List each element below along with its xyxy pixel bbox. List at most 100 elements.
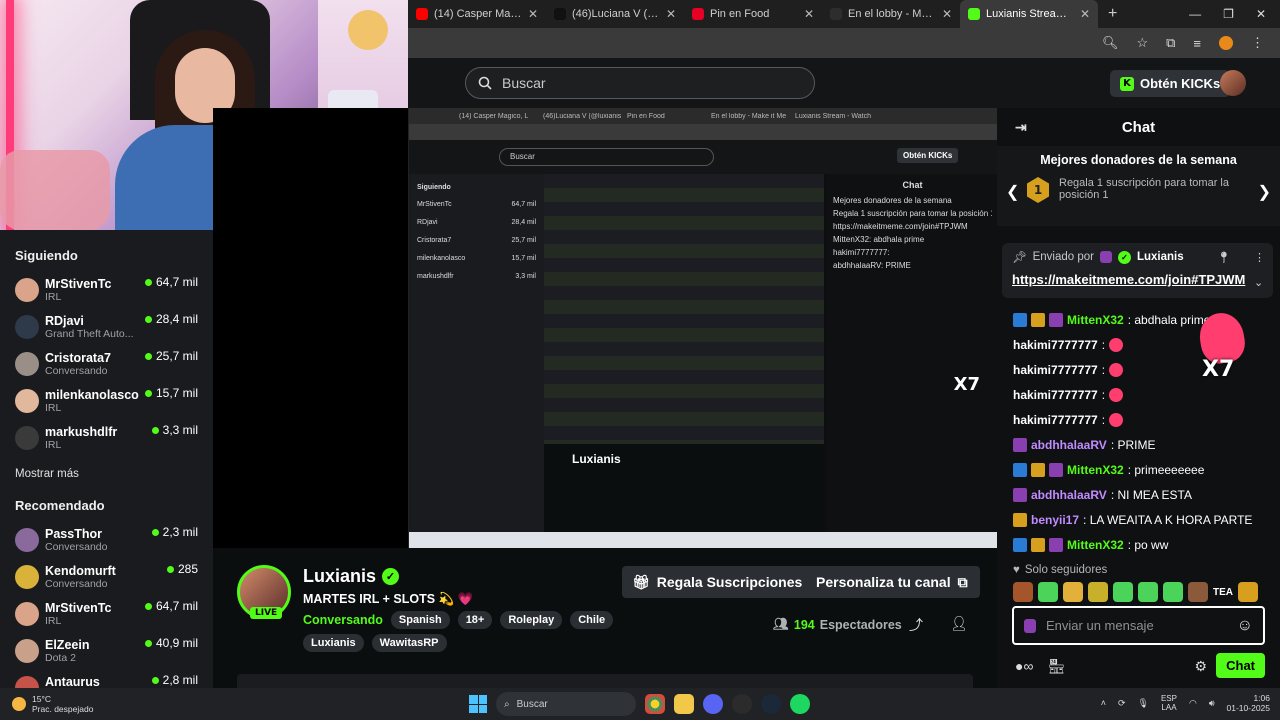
- chevron-down-icon[interactable]: ⌄: [1254, 276, 1263, 289]
- wifi-icon[interactable]: ◠: [1189, 698, 1197, 709]
- chrome-icon[interactable]: [645, 694, 665, 714]
- tag-pill[interactable]: Chile: [570, 611, 614, 629]
- emoji-icon[interactable]: ☺: [1237, 617, 1253, 635]
- chat-username[interactable]: hakimi7777777: [1013, 413, 1098, 427]
- menu-icon[interactable]: ⋮: [1251, 35, 1264, 51]
- chat-username[interactable]: MittenX32: [1067, 463, 1124, 477]
- browser-tab[interactable]: Pin en Food ✕: [684, 0, 822, 28]
- obs-icon[interactable]: [732, 694, 752, 714]
- sidebar-channel[interactable]: MrStivenTc IRL 64,7 mil: [15, 271, 198, 308]
- get-kicks-button[interactable]: K Obtén KICKs: [1110, 70, 1231, 97]
- tag-pill[interactable]: Roleplay: [500, 611, 563, 629]
- volume-icon[interactable]: 🔊︎: [1209, 698, 1215, 709]
- steam-icon[interactable]: [761, 694, 781, 714]
- chat-username[interactable]: hakimi7777777: [1013, 363, 1098, 377]
- search-input[interactable]: [502, 75, 782, 91]
- profile-icon[interactable]: [1219, 36, 1233, 50]
- extensions-icon[interactable]: ⧉: [1166, 35, 1175, 51]
- settings-gear-icon[interactable]: ⚙: [1194, 658, 1207, 675]
- file-explorer-icon[interactable]: [674, 694, 694, 714]
- tag-pill[interactable]: Luxianis: [303, 634, 364, 652]
- unpin-icon[interactable]: 📍︎: [1217, 251, 1231, 264]
- pinned-user[interactable]: Luxianis: [1137, 251, 1184, 263]
- browser-tab[interactable]: En el lobby - Make it Me ✕: [822, 0, 960, 28]
- show-more-link[interactable]: Mostrar más: [15, 468, 198, 480]
- spotify-icon[interactable]: [790, 694, 810, 714]
- medal-icon: 1: [1027, 177, 1049, 203]
- clock[interactable]: 1:06 01-10-2025: [1227, 693, 1270, 713]
- chat-username[interactable]: MittenX32: [1067, 313, 1124, 327]
- sidebar-channel[interactable]: Cristorata7 Conversando 25,7 mil: [15, 345, 198, 382]
- browser-tab[interactable]: (46)Luciana V (@luxianis ✕: [546, 0, 684, 28]
- chat-username[interactable]: benyii17: [1031, 513, 1079, 527]
- sidebar-channel[interactable]: markushdlfr IRL 3,3 mil: [15, 419, 198, 456]
- sidebar-channel[interactable]: MrStivenTc IRL 64,7 mil: [15, 595, 198, 632]
- live-dot-icon: [166, 565, 174, 573]
- emote-icon[interactable]: [1063, 582, 1083, 602]
- follow-icon[interactable]: 👤︎: [950, 615, 968, 632]
- close-icon[interactable]: ✕: [528, 7, 538, 21]
- kicks-points-icon[interactable]: ●∞: [1015, 658, 1033, 674]
- gift-subs-button[interactable]: 🎁︎ Regala Suscripciones: [622, 566, 813, 598]
- category-link[interactable]: Conversando: [303, 613, 383, 627]
- video-player[interactable]: (14) Casper Magico, L (46)Luciana V (@lux…: [213, 108, 997, 548]
- microphone-icon[interactable]: 🎙︎: [1138, 698, 1149, 709]
- chat-username[interactable]: abdhhalaaRV: [1031, 438, 1107, 452]
- browser-tab[interactable]: (14) Casper Magico, L ✕: [408, 0, 546, 28]
- sidebar-channel[interactable]: RDjavi Grand Theft Auto... 28,4 mil: [15, 308, 198, 345]
- store-icon[interactable]: 🏪︎: [1047, 658, 1065, 675]
- channel-name[interactable]: Luxianis ✓: [303, 566, 400, 587]
- chevron-left-icon[interactable]: ❮: [1006, 182, 1019, 202]
- close-icon[interactable]: ✕: [1080, 7, 1090, 21]
- send-chat-button[interactable]: Chat: [1216, 653, 1265, 678]
- pinned-link[interactable]: https://makeitmeme.com/join#TPJWM: [1012, 272, 1263, 287]
- close-icon[interactable]: ✕: [804, 7, 814, 21]
- sidebar-channel[interactable]: PassThor Conversando 2,3 mil: [15, 521, 198, 558]
- close-icon[interactable]: ✕: [942, 7, 952, 21]
- emote-icon[interactable]: [1163, 582, 1183, 602]
- user-badge-icon: [1049, 312, 1063, 327]
- sidebar-channel[interactable]: milenkanolasco IRL 15,7 mil: [15, 382, 198, 419]
- minimize-icon[interactable]: —: [1189, 7, 1201, 21]
- language-indicator[interactable]: ESP LAA: [1161, 694, 1177, 713]
- browser-tab[interactable]: Luxianis Stream - Watch ✕: [960, 0, 1098, 28]
- sidebar-channel[interactable]: Kendomurft Conversando 285: [15, 558, 198, 595]
- emote-icon[interactable]: [1138, 582, 1158, 602]
- chat-username[interactable]: hakimi7777777: [1013, 388, 1098, 402]
- discord-icon[interactable]: [703, 694, 723, 714]
- more-options-icon[interactable]: ⋮: [1254, 251, 1265, 264]
- emote-icon[interactable]: [1238, 582, 1258, 602]
- share-icon[interactable]: ⤴: [909, 615, 923, 635]
- chat-message-input[interactable]: [1046, 618, 1227, 633]
- bookmark-star-icon[interactable]: ☆: [1136, 35, 1148, 51]
- emote-text[interactable]: TEA: [1213, 582, 1233, 602]
- emote-icon[interactable]: [1038, 582, 1058, 602]
- sidebar-channel[interactable]: AntaurusSlots & Casino2,8 mil: [15, 669, 198, 688]
- emote-icon[interactable]: [1113, 582, 1133, 602]
- new-tab-icon[interactable]: +: [1108, 5, 1117, 23]
- tray-chevron-icon[interactable]: ˄: [1101, 698, 1106, 708]
- customize-channel-button[interactable]: Personaliza tu canal ⧉: [804, 566, 980, 598]
- media-icon[interactable]: ≡: [1193, 36, 1201, 51]
- collapse-chat-icon[interactable]: ⇥: [1015, 119, 1027, 136]
- chat-username[interactable]: hakimi7777777: [1013, 338, 1098, 352]
- tag-pill[interactable]: WawitasRP: [371, 634, 447, 652]
- tag-pill[interactable]: Spanish: [390, 611, 450, 629]
- restore-icon[interactable]: ❐: [1223, 7, 1234, 21]
- taskbar-search[interactable]: ⌕ Buscar: [496, 692, 636, 716]
- user-avatar[interactable]: [1220, 70, 1246, 96]
- chat-username[interactable]: abdhhalaaRV: [1031, 488, 1107, 502]
- zoom-icon[interactable]: 🔍︎: [1102, 35, 1119, 51]
- tag-pill[interactable]: 18+: [457, 611, 493, 629]
- close-icon[interactable]: ✕: [666, 7, 676, 21]
- emote-icon[interactable]: [1188, 582, 1208, 602]
- chevron-right-icon[interactable]: ❯: [1258, 182, 1271, 202]
- sync-icon[interactable]: ⟳: [1118, 698, 1126, 709]
- weather-widget[interactable]: 15°C Prac. despejado: [0, 694, 200, 714]
- start-windows-icon[interactable]: [469, 695, 487, 713]
- sidebar-channel[interactable]: ElZeein Dota 2 40,9 mil: [15, 632, 198, 669]
- close-window-icon[interactable]: ✕: [1256, 7, 1266, 21]
- emote-icon[interactable]: [1088, 582, 1108, 602]
- chat-username[interactable]: MittenX32: [1067, 538, 1124, 552]
- emote-icon[interactable]: [1013, 582, 1033, 602]
